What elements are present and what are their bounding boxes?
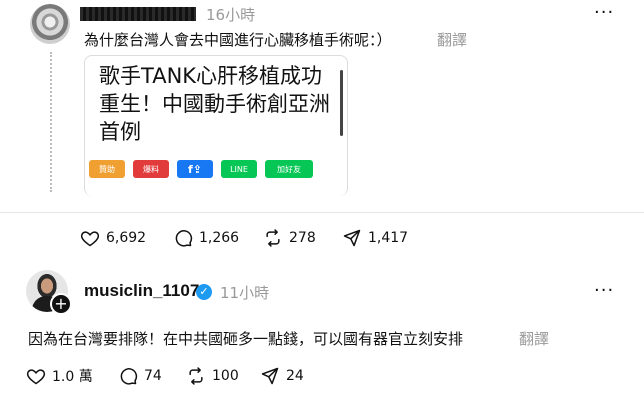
thread-line [50,52,52,192]
verified-badge-icon: ✓ [196,284,212,300]
divider [0,212,644,213]
report-label: 爆料 [143,164,159,174]
like-button[interactable]: 1.0 萬 [26,366,93,386]
comment-button[interactable]: 74 [118,366,162,386]
like-count: 6,692 [106,230,147,246]
facebook-share-button[interactable]: f ⇪ [177,160,213,178]
donate-label: 贊助 [99,164,115,174]
heart-icon [80,231,100,247]
redacted-username [80,7,196,21]
donate-button[interactable]: 贊助 [89,160,125,178]
card-title: 歌手TANK心肝移植成功重生！中國動手術創亞洲首例 [99,64,330,144]
share-count: 24 [286,368,304,384]
send-icon [261,367,279,385]
send-icon [343,229,361,247]
comment-bubble-icon [120,368,138,385]
more-options-button[interactable]: ··· [594,280,614,301]
username[interactable]: musiclin_1107 [84,281,199,301]
heart-icon [26,369,46,385]
repost-button[interactable]: 100 [186,366,239,386]
add-friend-label: 加好友 [277,164,301,174]
like-button[interactable]: 6,692 [80,228,146,248]
comment-count: 1,266 [199,230,240,246]
link-preview-card[interactable]: 歌手TANK心肝移植成功重生！中國動手術創亞洲首例 贊助 爆料 f ⇪ LINE… [84,55,348,196]
card-scrollbar[interactable] [340,70,343,136]
post-time: 11小時 [220,284,270,302]
comment-button[interactable]: 1,266 [173,228,239,248]
repost-icon [266,229,280,247]
repost-count: 100 [212,368,239,384]
comment-bubble-icon [175,230,193,247]
post-time: 16小時 [206,6,256,24]
comment-count: 74 [144,368,162,384]
translate-link[interactable]: 翻譯 [519,328,549,349]
share-button[interactable]: 1,417 [342,228,408,248]
plus-icon[interactable]: + [50,293,72,315]
post-text: 為什麼台灣人會去中國進行心臟移植手術呢：） [84,31,392,49]
line-add-friend-button[interactable]: 加好友 [265,160,313,178]
post-text: 因為在台灣要排隊！在中共國砸多一點錢，可以國有器官立刻安排 [28,330,464,348]
repost-count: 278 [289,230,316,246]
share-button[interactable]: 24 [260,366,304,386]
share-buttons-row: 贊助 爆料 f ⇪ LINE 加好友 [89,160,313,180]
avatar[interactable] [30,4,70,44]
line-share-button[interactable]: LINE [221,160,257,178]
share-count: 1,417 [368,230,409,246]
repost-icon [189,367,203,385]
repost-button[interactable]: 278 [263,228,316,248]
line-icon: LINE [230,164,248,174]
facebook-icon: f [187,162,193,176]
translate-link[interactable]: 翻譯 [437,29,467,50]
report-button[interactable]: 爆料 [133,160,169,178]
like-count: 1.0 萬 [52,369,93,385]
more-options-button[interactable]: ··· [594,2,614,23]
